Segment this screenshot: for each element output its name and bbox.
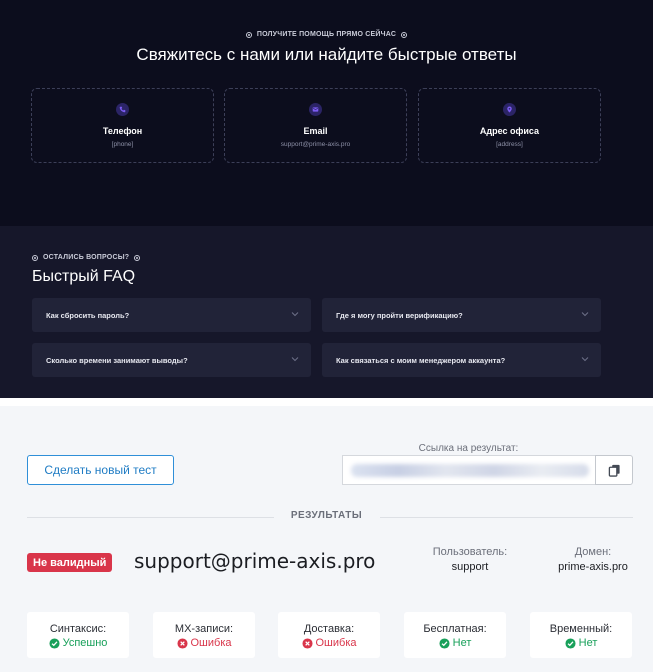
faq-item[interactable]: Как сбросить пароль? [32,298,311,332]
chevron-down-icon [581,312,589,317]
phone-icon [116,103,129,116]
status-badge: Не валидный [27,553,113,572]
faq-item[interactable]: Как связаться с моим менеджером аккаунта… [322,343,601,377]
check-circle-icon [49,637,60,649]
faq-item[interactable]: Где я могу пройти верификацию? [322,298,601,332]
check-result: Ошибка [278,637,380,649]
check-label: MX-записи: [174,623,234,635]
new-test-button[interactable]: Сделать новый тест [27,455,174,485]
faq-eyebrow-text: ОСТАЛИСЬ ВОПРОСЫ? [43,254,130,261]
mail-icon [309,103,322,116]
faq-question: Как связаться с моим менеджером аккаунта… [336,355,506,365]
faq-item[interactable]: Сколько времени занимают выводы? [32,343,311,377]
faq-eyebrow: ОСТАЛИСЬ ВОПРОСЫ? [32,254,141,261]
check-result: Ошибка [153,637,255,649]
copy-link-button[interactable] [595,455,633,485]
check-circle-icon [439,637,450,649]
check-label: Синтаксис: [49,623,107,635]
check-value: Ошибка [315,637,357,649]
results-section: Сделать новый тест Ссылка на результат: … [0,406,653,672]
checked-email: support@prime-axis.pro [134,549,376,573]
domain-label: Домен: [574,546,612,558]
check-result: Нет [530,637,632,649]
check-card-delivery: Доставка: Ошибка [278,612,380,658]
contact-eyebrow: ПОЛУЧИТЕ ПОМОЩЬ ПРЯМО СЕЙЧАС [0,31,653,38]
chevron-down-icon [291,312,299,317]
contact-section: ПОЛУЧИТЕ ПОМОЩЬ ПРЯМО СЕЙЧАС Свяжитесь с… [0,0,653,226]
user-label: Пользователь: [432,546,508,558]
check-card-syntax: Синтаксис: Успешно [27,612,129,658]
contact-card-value: support@prime-axis.pro [280,141,351,148]
copy-icon [608,464,620,477]
eyebrow-dot-icon [245,31,252,38]
contact-card-value: [address] [496,141,523,148]
contact-card-email[interactable]: Email support@prime-axis.pro [224,88,407,163]
check-card-temporary: Временный: Нет [530,612,632,658]
check-label: Доставка: [303,623,355,635]
eyebrow-dot-icon [134,254,141,261]
faq-question: Как сбросить пароль? [46,310,130,320]
check-card-free: Бесплатная: Нет [404,612,506,658]
contact-card-value: [phone] [111,141,134,148]
check-result: Успешно [27,637,129,649]
contact-card-title: Email [303,126,328,136]
result-link-field[interactable] [342,455,595,485]
results-heading: РЕЗУЛЬТАТЫ [290,510,363,521]
faq-section: ОСТАЛИСЬ ВОПРОСЫ? Быстрый FAQ Как сброси… [0,226,653,398]
check-card-mx: MX-записи: Ошибка [153,612,255,658]
faq-question: Сколько времени занимают выводы? [46,355,188,365]
section-gap [0,398,653,406]
blurred-link-text [351,464,589,477]
check-value: Ошибка [190,637,232,649]
chevron-down-icon [291,357,299,362]
error-circle-icon [176,637,188,649]
separator-line [380,517,633,518]
contact-card-address[interactable]: Адрес офиса [address] [418,88,601,163]
domain-value: prime-axis.pro [558,561,628,573]
chevron-down-icon [581,357,589,362]
faq-question: Где я могу пройти верификацию? [336,310,463,320]
contact-eyebrow-text: ПОЛУЧИТЕ ПОМОЩЬ ПРЯМО СЕЙЧАС [256,31,397,38]
contact-card-title: Телефон [102,126,143,136]
check-label: Временный: [549,623,613,635]
check-value: Нет [452,637,472,649]
check-value: Успешно [62,637,108,649]
error-circle-icon [301,637,313,649]
contact-title: Свяжитесь с нами или найдите быстрые отв… [136,45,517,64]
domain-info: Домен: prime-axis.pro [547,546,639,573]
eyebrow-dot-icon [401,31,408,38]
user-value: support [451,561,489,573]
contact-card-phone[interactable]: Телефон [phone] [31,88,214,163]
eyebrow-dot-icon [32,254,38,261]
contact-card-title: Адрес офиса [479,126,540,136]
location-pin-icon [503,103,516,116]
result-link-label: Ссылка на результат: [418,443,519,454]
user-info: Пользователь: support [420,546,520,573]
check-circle-icon [565,637,576,649]
check-label: Бесплатная: [423,623,487,635]
check-value: Нет [578,637,598,649]
check-result: Нет [404,637,506,649]
faq-title: Быстрый FAQ [32,268,136,285]
